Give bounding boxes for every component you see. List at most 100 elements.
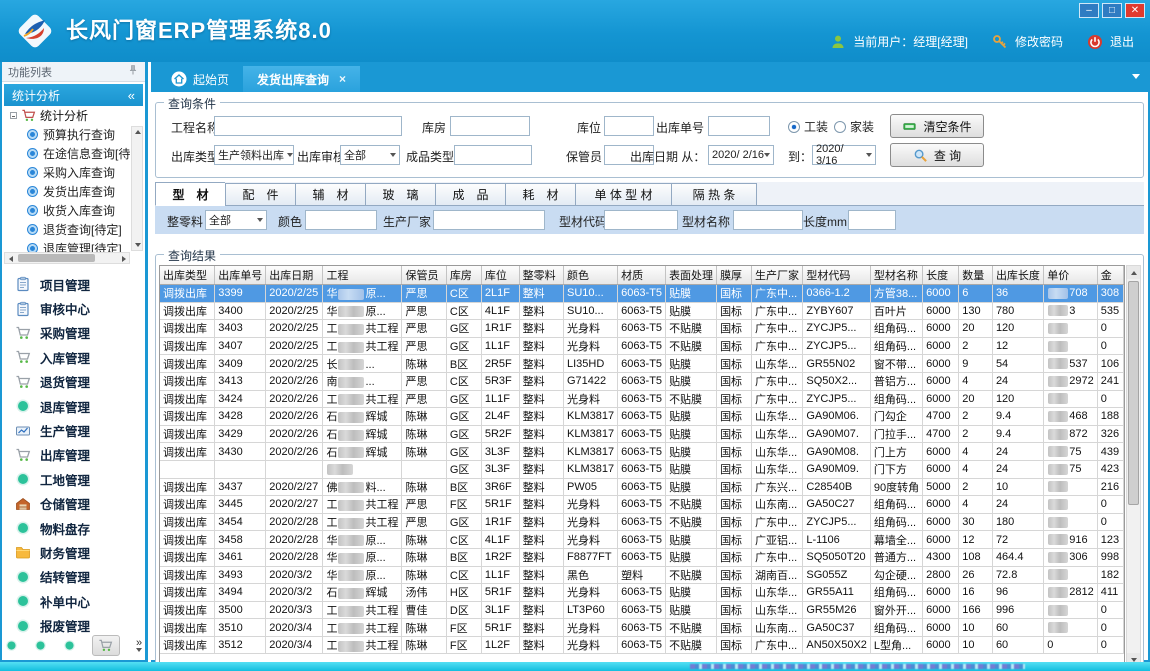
table-row[interactable]: 调拨出库34302020/2/26石辉城陈琳G区3L3F整料KLM3817606… bbox=[160, 443, 1124, 461]
length-input[interactable] bbox=[848, 210, 896, 230]
cell[interactable]: 调拨出库 bbox=[160, 584, 215, 602]
cell[interactable]: 5R1F bbox=[481, 584, 519, 602]
cell[interactable]: 国标 bbox=[717, 408, 752, 426]
cell[interactable]: SQ50X2... bbox=[803, 372, 871, 390]
cell[interactable]: 山东华... bbox=[752, 443, 803, 461]
cell[interactable]: 90度转角 bbox=[870, 478, 922, 496]
cell[interactable]: 9 bbox=[959, 355, 993, 373]
cell[interactable]: 整料 bbox=[519, 443, 563, 461]
cell[interactable] bbox=[215, 460, 266, 478]
cell[interactable]: 6063-T5 bbox=[618, 601, 666, 619]
vertical-scrollbar[interactable] bbox=[1126, 265, 1141, 667]
cell[interactable]: LI35HD bbox=[563, 355, 617, 373]
sidebar-item-工地管理[interactable]: 工地管理 bbox=[2, 467, 145, 491]
cell[interactable]: 严思 bbox=[402, 513, 446, 531]
cell[interactable]: 勾企硬... bbox=[870, 566, 922, 584]
cell[interactable]: 6000 bbox=[923, 285, 959, 303]
cell[interactable]: 工共工程 bbox=[323, 636, 402, 654]
cell[interactable]: 国标 bbox=[717, 302, 752, 320]
cell[interactable]: 石辉城 bbox=[323, 584, 402, 602]
cell[interactable]: 464.4 bbox=[992, 548, 1043, 566]
cell[interactable]: 整料 bbox=[519, 584, 563, 602]
cell[interactable]: G区 bbox=[446, 460, 481, 478]
color-input[interactable] bbox=[305, 210, 377, 230]
cell[interactable]: 不贴膜 bbox=[666, 496, 717, 514]
cell[interactable]: GR55M26 bbox=[803, 601, 871, 619]
cell[interactable]: 2020/2/25 bbox=[266, 285, 323, 303]
cell[interactable]: 湖南百... bbox=[752, 566, 803, 584]
column-header[interactable]: 数量 bbox=[959, 266, 993, 285]
cell[interactable]: 16 bbox=[959, 584, 993, 602]
manufacturer-input[interactable] bbox=[433, 210, 545, 230]
cell[interactable]: 216 bbox=[1097, 478, 1123, 496]
cell[interactable]: 4 bbox=[959, 443, 993, 461]
cell[interactable]: 166 bbox=[959, 601, 993, 619]
material-tab[interactable]: 耗 材 bbox=[505, 183, 575, 205]
cell[interactable]: LT3P60 bbox=[563, 601, 617, 619]
cell[interactable]: 光身料 bbox=[563, 320, 617, 338]
cell[interactable]: 佛料... bbox=[323, 478, 402, 496]
cell[interactable]: 3493 bbox=[215, 566, 266, 584]
cell[interactable]: 国标 bbox=[717, 372, 752, 390]
cell[interactable]: 光身料 bbox=[563, 496, 617, 514]
cell[interactable]: 严思 bbox=[402, 285, 446, 303]
table-row[interactable]: 调拨出库35002020/3/3工共工程曹佳D区3L1F整料LT3P606063… bbox=[160, 601, 1124, 619]
column-header[interactable]: 膜厚 bbox=[717, 266, 752, 285]
cell[interactable]: 国标 bbox=[717, 443, 752, 461]
cell[interactable]: 贴膜 bbox=[666, 601, 717, 619]
cell[interactable]: 75 bbox=[1044, 460, 1097, 478]
cell[interactable]: 国标 bbox=[717, 478, 752, 496]
cell[interactable]: 广东兴... bbox=[752, 478, 803, 496]
cell[interactable]: 6000 bbox=[923, 584, 959, 602]
material-tab[interactable]: 成 品 bbox=[435, 183, 505, 205]
cell[interactable]: 9.4 bbox=[992, 425, 1043, 443]
cell[interactable]: 国标 bbox=[717, 496, 752, 514]
cell[interactable]: 陈琳 bbox=[402, 548, 446, 566]
cell[interactable]: 严思 bbox=[402, 337, 446, 355]
table-row[interactable]: 调拨出库34942020/3/2石辉城汤伟H区5R1F整料光身料6063-T5贴… bbox=[160, 584, 1124, 602]
cell[interactable]: 工共工程 bbox=[323, 390, 402, 408]
cell[interactable]: 整料 bbox=[519, 619, 563, 637]
cell[interactable]: B区 bbox=[446, 478, 481, 496]
cell[interactable]: 780 bbox=[992, 302, 1043, 320]
tree-horizontal-scrollbar[interactable] bbox=[4, 252, 130, 264]
cell[interactable]: 不贴膜 bbox=[666, 337, 717, 355]
cell[interactable]: 3461 bbox=[215, 548, 266, 566]
sidebar-section-header[interactable]: 统计分析 « bbox=[4, 84, 143, 106]
cell[interactable]: 3512 bbox=[215, 636, 266, 654]
cell[interactable]: 调拨出库 bbox=[160, 302, 215, 320]
cell[interactable]: 调拨出库 bbox=[160, 496, 215, 514]
cell[interactable]: 4700 bbox=[923, 408, 959, 426]
cell[interactable]: 2020/2/27 bbox=[266, 478, 323, 496]
cell[interactable]: 916 bbox=[1044, 531, 1097, 549]
cell[interactable]: 3409 bbox=[215, 355, 266, 373]
cell[interactable]: 陈琳 bbox=[402, 531, 446, 549]
cell[interactable]: G71422 bbox=[563, 372, 617, 390]
cell[interactable]: 整料 bbox=[519, 337, 563, 355]
location-input[interactable] bbox=[604, 116, 654, 136]
cell[interactable]: 国标 bbox=[717, 320, 752, 338]
cell[interactable]: 不贴膜 bbox=[666, 566, 717, 584]
cell[interactable]: 2 bbox=[959, 425, 993, 443]
cell[interactable]: 陈琳 bbox=[402, 408, 446, 426]
column-header[interactable]: 型材名称 bbox=[870, 266, 922, 285]
cell[interactable]: 188 bbox=[1097, 408, 1123, 426]
cell[interactable]: 2020/3/3 bbox=[266, 601, 323, 619]
cell[interactable]: 6063-T5 bbox=[618, 584, 666, 602]
cell[interactable]: 贴膜 bbox=[666, 548, 717, 566]
cell[interactable]: 山东华... bbox=[752, 584, 803, 602]
cell[interactable]: F区 bbox=[446, 496, 481, 514]
column-header[interactable]: 出库类型 bbox=[160, 266, 215, 285]
cell[interactable]: 陈琳 bbox=[402, 478, 446, 496]
cart-toolbar-button[interactable] bbox=[92, 635, 120, 656]
cell[interactable]: 10 bbox=[959, 636, 993, 654]
cell[interactable]: 5000 bbox=[923, 478, 959, 496]
table-row[interactable]: 调拨出库34072020/2/25工共工程严思G区1L1F整料光身料6063-T… bbox=[160, 337, 1124, 355]
cell[interactable]: 整料 bbox=[519, 302, 563, 320]
cell[interactable]: 3428 bbox=[215, 408, 266, 426]
cell[interactable]: 普铝方... bbox=[870, 372, 922, 390]
outbound-type-select[interactable]: 生产领料出库 bbox=[214, 145, 294, 165]
cell[interactable]: C区 bbox=[446, 531, 481, 549]
cell[interactable]: 华原... bbox=[323, 302, 402, 320]
cell[interactable]: 2020/2/26 bbox=[266, 425, 323, 443]
